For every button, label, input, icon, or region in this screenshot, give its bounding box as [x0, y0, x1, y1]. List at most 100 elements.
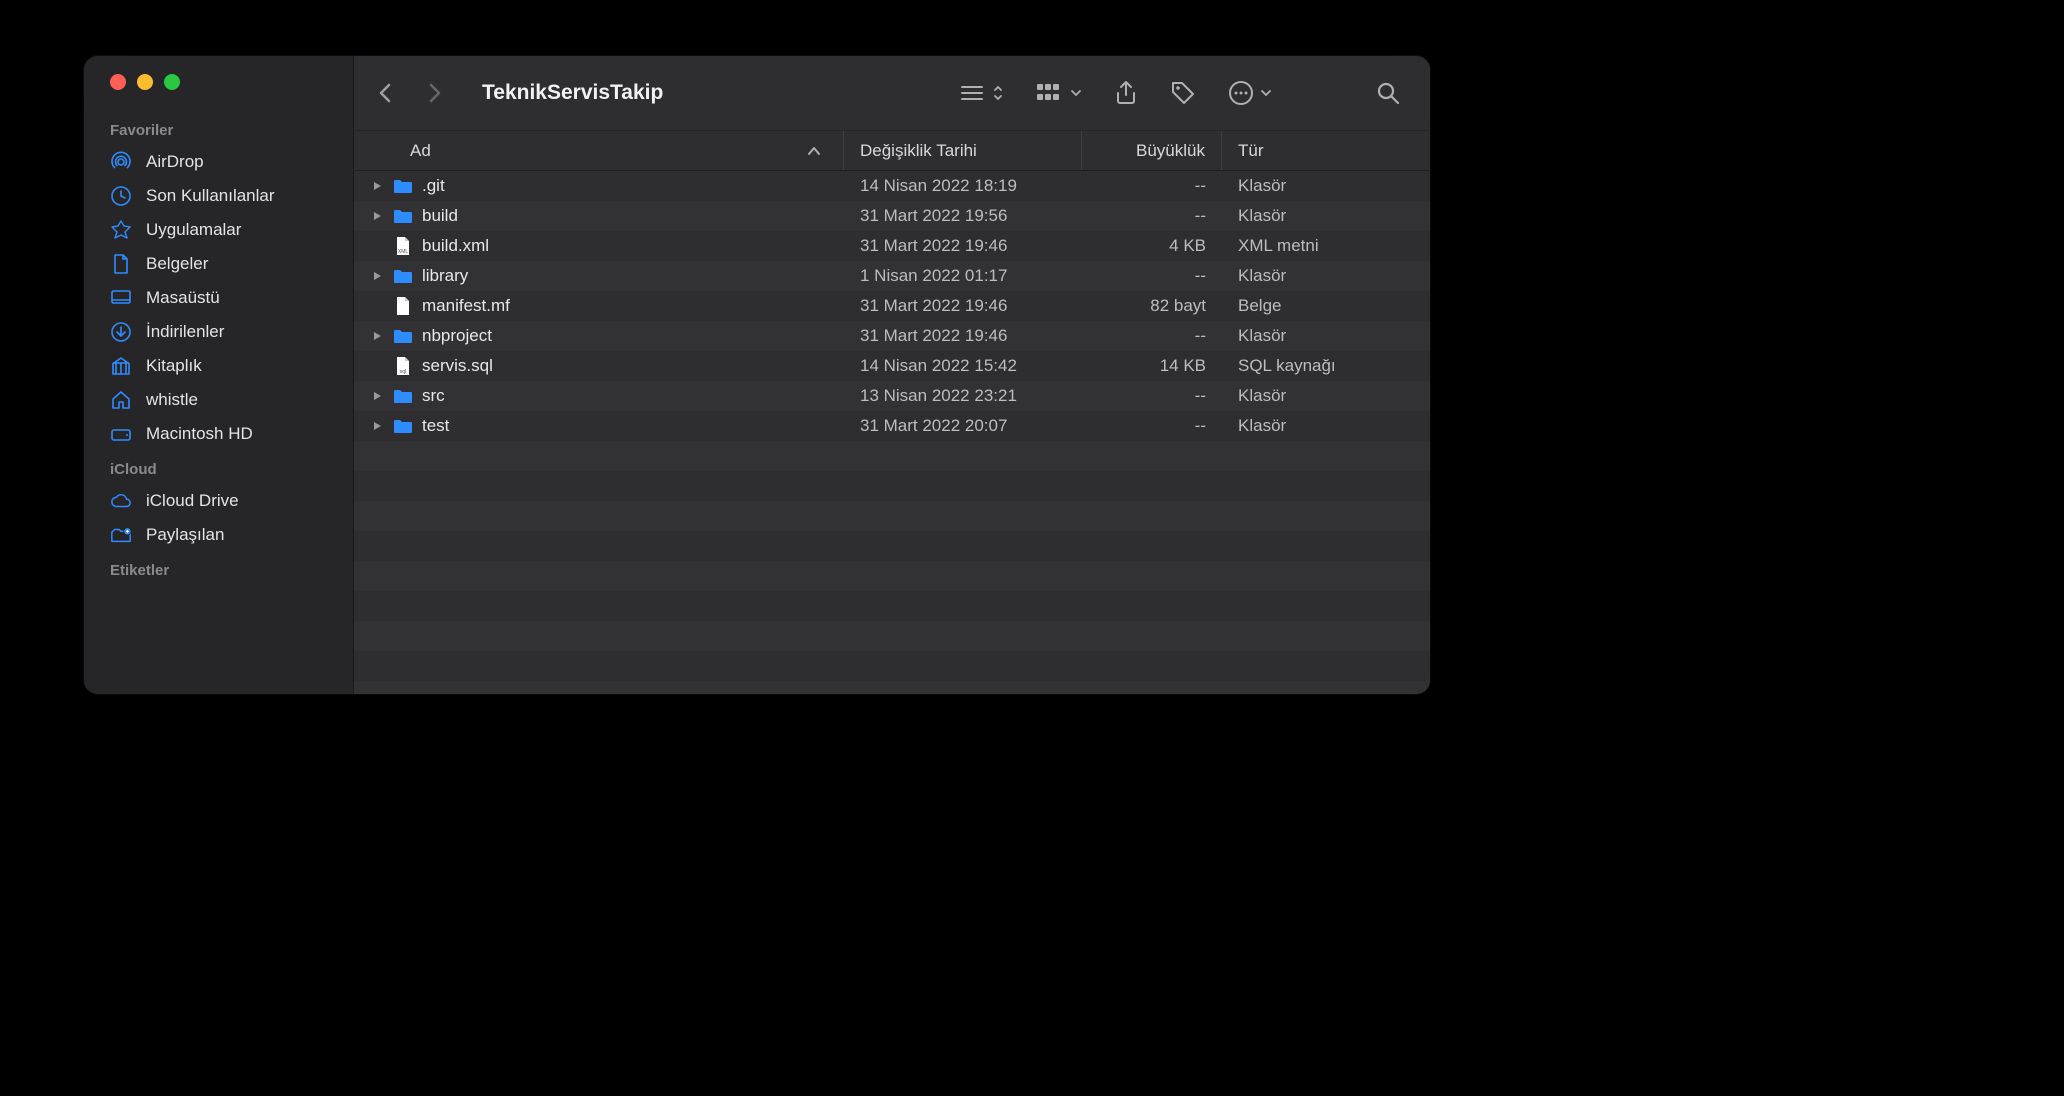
column-header-type[interactable]: Tür	[1222, 131, 1430, 170]
file-type-cell: SQL kaynağı	[1222, 351, 1430, 381]
file-row[interactable]: src13 Nisan 2022 23:21--Klasör	[354, 381, 1430, 411]
zoom-window-button[interactable]	[164, 74, 180, 90]
file-size-cell: --	[1082, 201, 1222, 231]
sidebar-item-label: Son Kullanılanlar	[146, 186, 275, 206]
tags-button[interactable]	[1170, 80, 1196, 106]
file-row[interactable]: nbproject31 Mart 2022 19:46--Klasör	[354, 321, 1430, 351]
file-type-cell: Klasör	[1222, 411, 1430, 441]
folder-icon	[392, 415, 414, 437]
file-size-cell: --	[1082, 411, 1222, 441]
sidebar-item-disk[interactable]: Macintosh HD	[84, 417, 353, 451]
home-icon	[110, 389, 132, 411]
airdrop-icon	[110, 151, 132, 173]
file-row[interactable]: test31 Mart 2022 20:07--Klasör	[354, 411, 1430, 441]
file-row[interactable]: sqlservis.sql14 Nisan 2022 15:4214 KBSQL…	[354, 351, 1430, 381]
search-button[interactable]	[1376, 81, 1400, 105]
file-date-cell: 31 Mart 2022 19:46	[844, 291, 1082, 321]
columns-header: Ad Değişiklik Tarihi Büyüklük Tür	[354, 131, 1430, 171]
sidebar-item-cloud[interactable]: iCloud Drive	[84, 484, 353, 518]
folder-icon	[392, 175, 414, 197]
file-name-label: .git	[422, 176, 445, 196]
sidebar-item-shared[interactable]: Paylaşılan	[84, 518, 353, 552]
sidebar-item-label: İndirilenler	[146, 322, 224, 342]
disclosure-triangle-icon[interactable]	[370, 211, 384, 221]
sidebar-item-label: Uygulamalar	[146, 220, 241, 240]
document-icon	[110, 253, 132, 275]
sidebar-item-clock[interactable]: Son Kullanılanlar	[84, 179, 353, 213]
file-type-cell: Klasör	[1222, 261, 1430, 291]
sidebar-item-airdrop[interactable]: AirDrop	[84, 145, 353, 179]
disclosure-triangle-icon[interactable]	[370, 421, 384, 431]
file-size-cell: 14 KB	[1082, 351, 1222, 381]
file-name-cell: library	[354, 261, 844, 291]
view-list-button[interactable]	[960, 83, 1004, 103]
file-name-cell: .git	[354, 171, 844, 201]
disclosure-triangle-icon[interactable]	[370, 181, 384, 191]
column-header-size[interactable]: Büyüklük	[1082, 131, 1222, 170]
back-button[interactable]	[374, 81, 398, 105]
file-name-cell: nbproject	[354, 321, 844, 351]
file-row[interactable]: XMLbuild.xml31 Mart 2022 19:464 KBXML me…	[354, 231, 1430, 261]
column-header-name[interactable]: Ad	[354, 131, 844, 170]
file-name-cell: XML build.xml	[354, 231, 844, 261]
empty-row	[354, 621, 1430, 651]
minimize-window-button[interactable]	[137, 74, 153, 90]
cloud-icon	[110, 490, 132, 512]
download-icon	[110, 321, 132, 343]
file-date-cell: 31 Mart 2022 20:07	[844, 411, 1082, 441]
group-button[interactable]	[1036, 82, 1082, 104]
file-size-cell: --	[1082, 381, 1222, 411]
sidebar-item-download[interactable]: İndirilenler	[84, 315, 353, 349]
forward-button[interactable]	[422, 81, 446, 105]
file-type-cell: Klasör	[1222, 171, 1430, 201]
sidebar-item-home[interactable]: whistle	[84, 383, 353, 417]
file-type-cell: Klasör	[1222, 381, 1430, 411]
main-panel: TeknikServisTakip	[354, 56, 1430, 694]
file-name-cell: build	[354, 201, 844, 231]
svg-text:XML: XML	[398, 249, 409, 255]
sidebar-section-title: iCloud	[84, 451, 353, 484]
navigation-arrows	[374, 81, 474, 105]
file-size-cell: 4 KB	[1082, 231, 1222, 261]
empty-row	[354, 471, 1430, 501]
file-row[interactable]: manifest.mf31 Mart 2022 19:4682 baytBelg…	[354, 291, 1430, 321]
sidebar-item-label: Macintosh HD	[146, 424, 253, 444]
file-name-label: build.xml	[422, 236, 489, 256]
disclosure-triangle-icon[interactable]	[370, 391, 384, 401]
disclosure-triangle-icon[interactable]	[370, 331, 384, 341]
actions-button[interactable]	[1228, 80, 1272, 106]
sidebar-item-label: Masaüstü	[146, 288, 220, 308]
empty-row	[354, 591, 1430, 621]
file-icon	[392, 295, 414, 317]
file-row[interactable]: library1 Nisan 2022 01:17--Klasör	[354, 261, 1430, 291]
file-name-label: servis.sql	[422, 356, 493, 376]
empty-row	[354, 651, 1430, 681]
file-name-cell: sqlservis.sql	[354, 351, 844, 381]
disclosure-triangle-icon[interactable]	[370, 271, 384, 281]
sidebar-item-document[interactable]: Belgeler	[84, 247, 353, 281]
sidebar-item-library[interactable]: Kitaplık	[84, 349, 353, 383]
sidebar-item-desktop[interactable]: Masaüstü	[84, 281, 353, 315]
file-name-cell: test	[354, 411, 844, 441]
file-size-cell: --	[1082, 321, 1222, 351]
file-type-cell: XML metni	[1222, 231, 1430, 261]
file-row[interactable]: .git14 Nisan 2022 18:19--Klasör	[354, 171, 1430, 201]
share-button[interactable]	[1114, 80, 1138, 106]
toolbar: TeknikServisTakip	[354, 56, 1430, 131]
close-window-button[interactable]	[110, 74, 126, 90]
sort-ascending-icon	[807, 141, 827, 161]
empty-row	[354, 681, 1430, 694]
sidebar-item-apps[interactable]: Uygulamalar	[84, 213, 353, 247]
column-header-date[interactable]: Değişiklik Tarihi	[844, 131, 1082, 170]
sidebar-item-label: whistle	[146, 390, 198, 410]
sidebar-item-label: iCloud Drive	[146, 491, 239, 511]
file-size-cell: --	[1082, 261, 1222, 291]
desktop-icon	[110, 287, 132, 309]
file-row[interactable]: build31 Mart 2022 19:56--Klasör	[354, 201, 1430, 231]
file-name-label: library	[422, 266, 468, 286]
file-size-cell: --	[1082, 171, 1222, 201]
library-icon	[110, 355, 132, 377]
folder-icon	[392, 265, 414, 287]
file-name-label: manifest.mf	[422, 296, 510, 316]
file-list: .git14 Nisan 2022 18:19--Klasörbuild31 M…	[354, 171, 1430, 694]
